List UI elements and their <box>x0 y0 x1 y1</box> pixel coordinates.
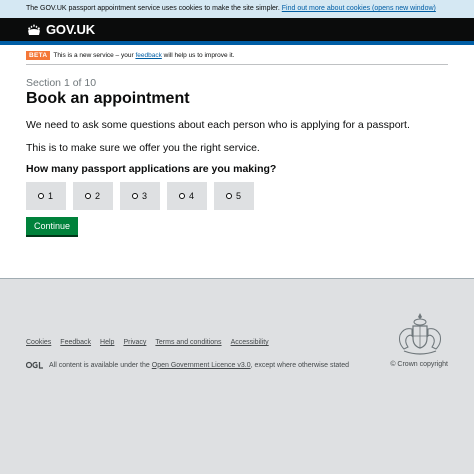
radio-button[interactable] <box>132 193 138 200</box>
intro-paragraph: We need to ask some questions about each… <box>26 119 410 131</box>
footer-link-terms[interactable]: Terms and conditions <box>155 339 221 346</box>
radio-label: 3 <box>142 191 148 202</box>
footer-links: Cookies Feedback Help Privacy Terms and … <box>26 339 269 346</box>
govuk-logo-link[interactable]: GOV.UK <box>26 22 95 37</box>
radio-label: 5 <box>236 191 242 202</box>
radio-option-1[interactable]: 1 <box>26 182 66 211</box>
footer-link-accessibility[interactable]: Accessibility <box>231 339 269 346</box>
footer-link-help[interactable]: Help <box>100 339 114 346</box>
cookie-banner-text: The GOV.UK passport appointment service … <box>26 5 280 12</box>
main-content: BETA This is a new service – your feedba… <box>0 45 474 278</box>
continue-button[interactable]: Continue <box>26 217 79 235</box>
licence-text-after: , except where otherwise stated <box>250 361 350 369</box>
radio-option-3[interactable]: 3 <box>120 182 160 211</box>
crown-icon <box>28 24 40 35</box>
applications-radio-group: 1 2 3 4 5 <box>26 182 448 211</box>
radio-option-4[interactable]: 4 <box>167 182 207 211</box>
radio-label: 1 <box>48 191 54 202</box>
radio-button[interactable] <box>38 193 44 200</box>
radio-option-2[interactable]: 2 <box>73 182 113 211</box>
beta-tag: BETA <box>26 51 51 60</box>
licence-link[interactable]: Open Government Licence v3.0 <box>152 362 251 369</box>
radio-label: 2 <box>95 191 101 202</box>
cookie-banner: The GOV.UK passport appointment service … <box>0 0 474 18</box>
crown-copyright: © Crown copyright <box>390 361 448 368</box>
radio-label: 4 <box>189 191 195 202</box>
radio-option-5[interactable]: 5 <box>214 182 254 211</box>
licence-statement: All content is available under the Open … <box>26 361 349 369</box>
footer-link-privacy[interactable]: Privacy <box>123 339 146 346</box>
site-footer: Cookies Feedback Help Privacy Terms and … <box>0 278 474 471</box>
phase-banner: BETA This is a new service – your feedba… <box>26 45 448 65</box>
section-caption: Section 1 of 10 <box>26 77 97 89</box>
site-header: GOV.UK <box>0 18 474 45</box>
footer-link-cookies[interactable]: Cookies <box>26 339 51 346</box>
page: The GOV.UK passport appointment service … <box>0 0 474 474</box>
beta-text-before: This is a new service – your <box>53 52 134 59</box>
radio-button[interactable] <box>85 193 91 200</box>
royal-coat-of-arms-icon <box>399 313 441 355</box>
explanation-paragraph: This is to make sure we offer you the ri… <box>26 142 260 155</box>
footer-link-feedback[interactable]: Feedback <box>60 339 91 346</box>
ogl-logo-icon <box>26 361 43 369</box>
applications-question: How many passport applications are you m… <box>26 163 277 176</box>
page-title: Book an appointment <box>26 90 190 107</box>
beta-text-after: will help us to improve it. <box>163 52 235 59</box>
licence-text-before: All content is available under the <box>49 361 150 369</box>
radio-button[interactable] <box>179 193 185 200</box>
feedback-link[interactable]: feedback <box>135 52 161 59</box>
cookie-info-link[interactable]: Find out more about cookies (opens new w… <box>282 5 436 12</box>
radio-button[interactable] <box>226 193 232 200</box>
logo-text: GOV.UK <box>46 22 95 37</box>
